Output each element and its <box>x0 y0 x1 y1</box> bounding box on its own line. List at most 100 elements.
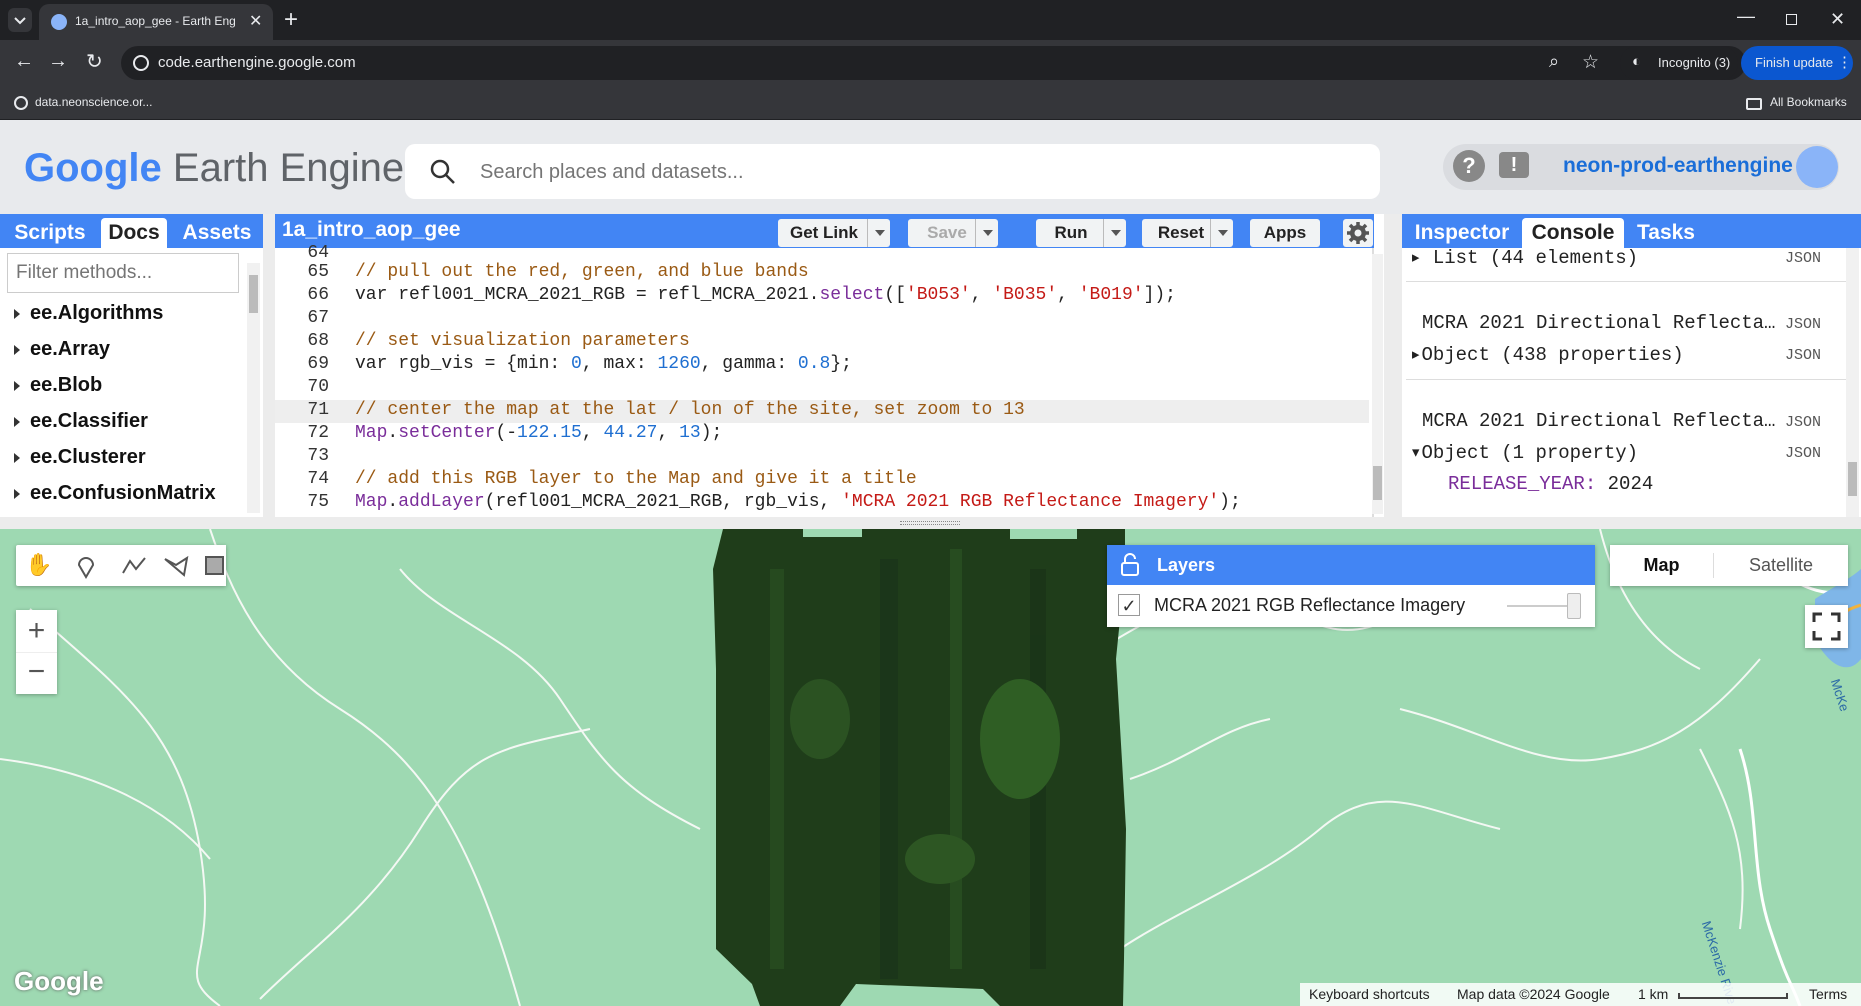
property-row: RELEASE_YEAR: 2024 <box>1448 473 1654 495</box>
hand-icon[interactable]: ✋ <box>25 552 52 578</box>
code-line[interactable]: 75 Map.addLayer(refl001_MCRA_2021_RGB, rg… <box>275 491 1375 514</box>
code-line[interactable]: 71// center the map at the lat / lon of … <box>275 399 1375 422</box>
help-icon[interactable]: ? <box>1453 150 1485 182</box>
bookmark-item[interactable]: data.neonscience.or... <box>35 95 152 109</box>
layer-opacity-slider[interactable] <box>1507 593 1581 619</box>
code-text[interactable]: Map.setCenter(-122.15, 44.27, 13); <box>355 423 722 443</box>
right-splitter[interactable] <box>1384 214 1402 517</box>
code-line[interactable]: 74// add this RGB layer to the Map and g… <box>275 468 1375 491</box>
json-link[interactable]: JSON <box>1785 347 1821 364</box>
doc-item-confusionmatrix[interactable]: ee.ConfusionMatrix <box>14 478 216 508</box>
minimize-icon[interactable]: — <box>1737 6 1755 27</box>
map-type-map[interactable]: Map <box>1610 545 1713 586</box>
docs-scrollbar[interactable] <box>247 263 260 513</box>
url-text[interactable]: code.earthengine.google.com <box>158 54 356 71</box>
json-link[interactable]: JSON <box>1785 316 1821 333</box>
back-icon[interactable]: ← <box>14 50 34 73</box>
address-bar[interactable]: code.earthengine.google.com ⌕ ☆ <box>121 46 1746 80</box>
doc-item-algorithms[interactable]: ee.Algorithms <box>14 298 163 328</box>
terms-link[interactable]: Terms <box>1809 983 1847 1006</box>
code-text[interactable]: var rgb_vis = {min: 0, max: 1260, gamma:… <box>355 354 852 374</box>
zoom-icon[interactable]: ⌕ <box>1549 51 1559 72</box>
doc-item-clusterer[interactable]: ee.Clusterer <box>14 442 146 472</box>
lock-icon[interactable] <box>1119 553 1141 577</box>
console-title: MCRA 2021 Directional Reflecta… <box>1422 312 1776 334</box>
console-divider <box>1406 379 1846 380</box>
left-splitter[interactable] <box>263 214 275 517</box>
code-line[interactable]: 65// pull out the red, green, and blue b… <box>275 261 1375 284</box>
polygon-icon[interactable] <box>163 555 189 577</box>
bookmark-star-icon[interactable]: ☆ <box>1582 51 1599 74</box>
layers-title: Layers <box>1157 555 1216 575</box>
account-chip[interactable]: ? ! neon-prod-earthengine <box>1443 144 1839 190</box>
code-line[interactable]: 72 Map.setCenter(-122.15, 44.27, 13); <box>275 422 1375 445</box>
search-input[interactable] <box>480 157 1350 187</box>
console-object-toggle[interactable]: ▸Object (438 properties) <box>1410 343 1684 366</box>
code-text[interactable]: Map.addLayer(refl001_MCRA_2021_RGB, rgb_… <box>355 492 1241 512</box>
code-line[interactable]: 66 var refl001_MCRA_2021_RGB = refl_MCRA_… <box>275 284 1375 307</box>
keyboard-shortcuts-link[interactable]: Keyboard shortcuts <box>1309 983 1430 1006</box>
tab-console[interactable]: Console <box>1522 218 1624 248</box>
forward-icon[interactable]: → <box>48 50 68 73</box>
tab-scripts[interactable]: Scripts <box>10 218 90 248</box>
zoom-in-button[interactable]: + <box>16 610 57 652</box>
doc-item-classifier[interactable]: ee.Classifier <box>14 406 148 436</box>
layer-name: MCRA 2021 RGB Reflectance Imagery <box>1154 595 1466 615</box>
project-name[interactable]: neon-prod-earthengine <box>1563 154 1793 178</box>
filter-methods-input[interactable] <box>7 253 239 293</box>
map-data-attribution: Map data ©2024 Google <box>1457 986 1610 1002</box>
marker-icon[interactable] <box>76 553 96 579</box>
reload-icon[interactable]: ↻ <box>86 49 103 74</box>
all-bookmarks[interactable]: All Bookmarks <box>1770 95 1847 109</box>
menu-dots-icon[interactable]: ⋮ <box>1837 53 1852 71</box>
finish-update-label: Finish update <box>1755 55 1834 70</box>
map-type-satellite[interactable]: Satellite <box>1714 545 1848 586</box>
layers-header[interactable]: Layers <box>1107 545 1595 585</box>
maximize-icon[interactable] <box>1786 14 1797 25</box>
scale-label[interactable]: 1 km <box>1638 983 1668 1006</box>
code-line[interactable]: 70 <box>275 376 1375 399</box>
bookmark-globe-icon <box>14 96 28 110</box>
zoom-control: + − <box>16 610 57 694</box>
code-line[interactable]: 68// set visualization parameters <box>275 330 1375 353</box>
finish-update-button[interactable]: Finish update ⋮ <box>1741 46 1853 80</box>
code-line[interactable]: 67 <box>275 307 1375 330</box>
code-text[interactable]: var refl001_MCRA_2021_RGB = refl_MCRA_20… <box>355 285 1176 305</box>
editor-vscroll[interactable] <box>1372 254 1383 514</box>
console-scrollbar[interactable] <box>1846 248 1859 517</box>
layer-checkbox[interactable]: ✓ <box>1118 594 1140 616</box>
tab-tasks[interactable]: Tasks <box>1633 218 1699 248</box>
pan-tool-button[interactable]: ✋ <box>16 545 226 586</box>
horizontal-splitter[interactable] <box>0 517 1861 529</box>
tab-inspector[interactable]: Inspector <box>1412 218 1512 248</box>
tab-title: 1a_intro_aop_gee - Earth Engin <box>75 14 235 28</box>
incognito-chip[interactable]: Incognito (3) ◐ <box>1620 46 1738 80</box>
zoom-out-button[interactable]: − <box>16 652 57 694</box>
json-link[interactable]: JSON <box>1785 445 1821 462</box>
tab-docs[interactable]: Docs <box>101 218 167 248</box>
places-search[interactable] <box>405 144 1380 199</box>
feedback-icon[interactable]: ! <box>1499 152 1529 178</box>
doc-item-blob[interactable]: ee.Blob <box>14 370 102 400</box>
code-line[interactable]: 73 <box>275 445 1375 468</box>
window-close-icon[interactable]: ✕ <box>1830 9 1845 30</box>
site-info-icon[interactable] <box>133 55 149 71</box>
new-tab-button[interactable]: + <box>284 6 298 34</box>
script-name: 1a_intro_aop_gee <box>282 218 461 241</box>
tab-search-button[interactable] <box>8 8 32 32</box>
tab-assets[interactable]: Assets <box>177 218 257 248</box>
line-icon[interactable] <box>121 555 147 577</box>
rectangle-icon[interactable] <box>204 555 226 577</box>
doc-item-array[interactable]: ee.Array <box>14 334 110 364</box>
fullscreen-button[interactable] <box>1805 605 1848 648</box>
console-title: MCRA 2021 Directional Reflecta… <box>1422 410 1776 432</box>
browser-tab[interactable]: 1a_intro_aop_gee - Earth Engin ✕ <box>39 4 273 40</box>
console-object-toggle[interactable]: ▾Object (1 property) <box>1410 441 1638 464</box>
code-line[interactable]: 69 var rgb_vis = {min: 0, max: 1260, gamm… <box>275 353 1375 376</box>
avatar[interactable] <box>1796 146 1838 188</box>
bookmarks-bar: data.neonscience.or... All Bookmarks <box>0 86 1861 120</box>
tab-close-icon[interactable]: ✕ <box>249 11 262 31</box>
console-list-toggle[interactable]: ▸ List (44 elements) <box>1410 248 1638 269</box>
json-link[interactable]: JSON <box>1785 250 1821 267</box>
json-link[interactable]: JSON <box>1785 414 1821 431</box>
